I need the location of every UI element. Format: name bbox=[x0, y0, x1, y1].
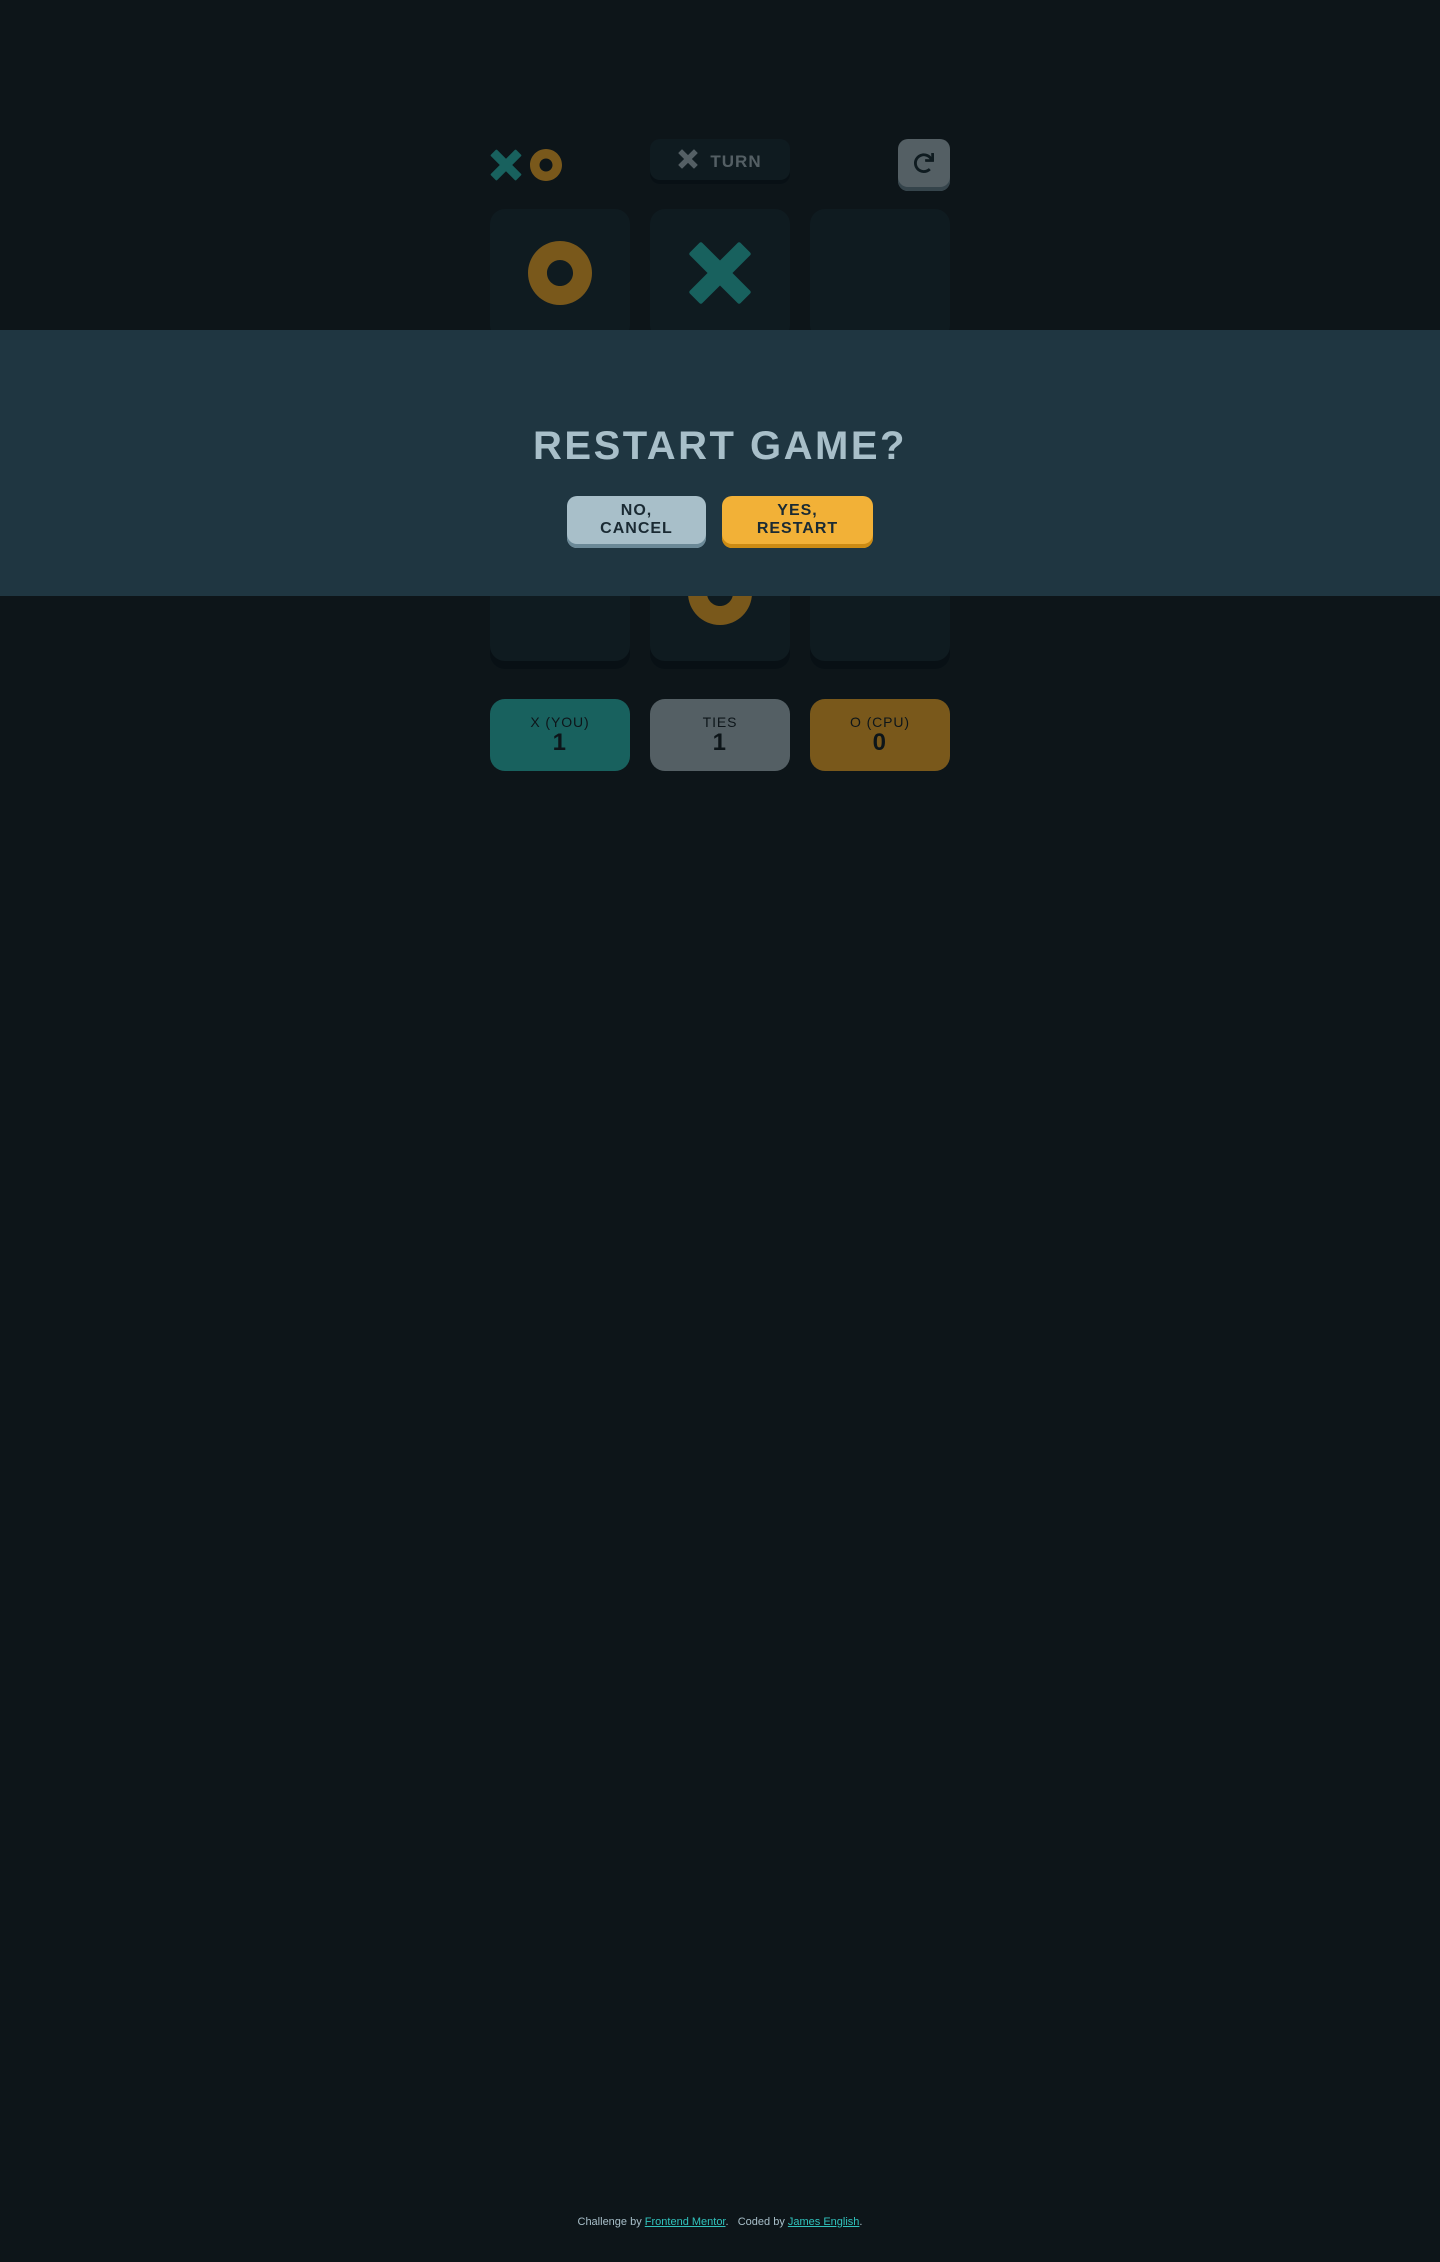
footer-prefix: Challenge by bbox=[577, 2216, 645, 2228]
footer-suffix: . bbox=[859, 2216, 863, 2228]
footer: Challenge by Frontend Mentor. Coded by J… bbox=[0, 2216, 1440, 2228]
cancel-button[interactable]: NO, CANCEL bbox=[567, 496, 706, 548]
frontend-mentor-link[interactable]: Frontend Mentor bbox=[645, 2216, 726, 2228]
author-link[interactable]: James English bbox=[788, 2216, 860, 2228]
restart-modal: RESTART GAME? NO, CANCEL YES, RESTART bbox=[0, 330, 1440, 596]
footer-middle: . Coded by bbox=[725, 2216, 788, 2228]
confirm-restart-button[interactable]: YES, RESTART bbox=[722, 496, 873, 548]
modal-actions: NO, CANCEL YES, RESTART bbox=[567, 496, 873, 548]
modal-title: RESTART GAME? bbox=[533, 424, 907, 468]
